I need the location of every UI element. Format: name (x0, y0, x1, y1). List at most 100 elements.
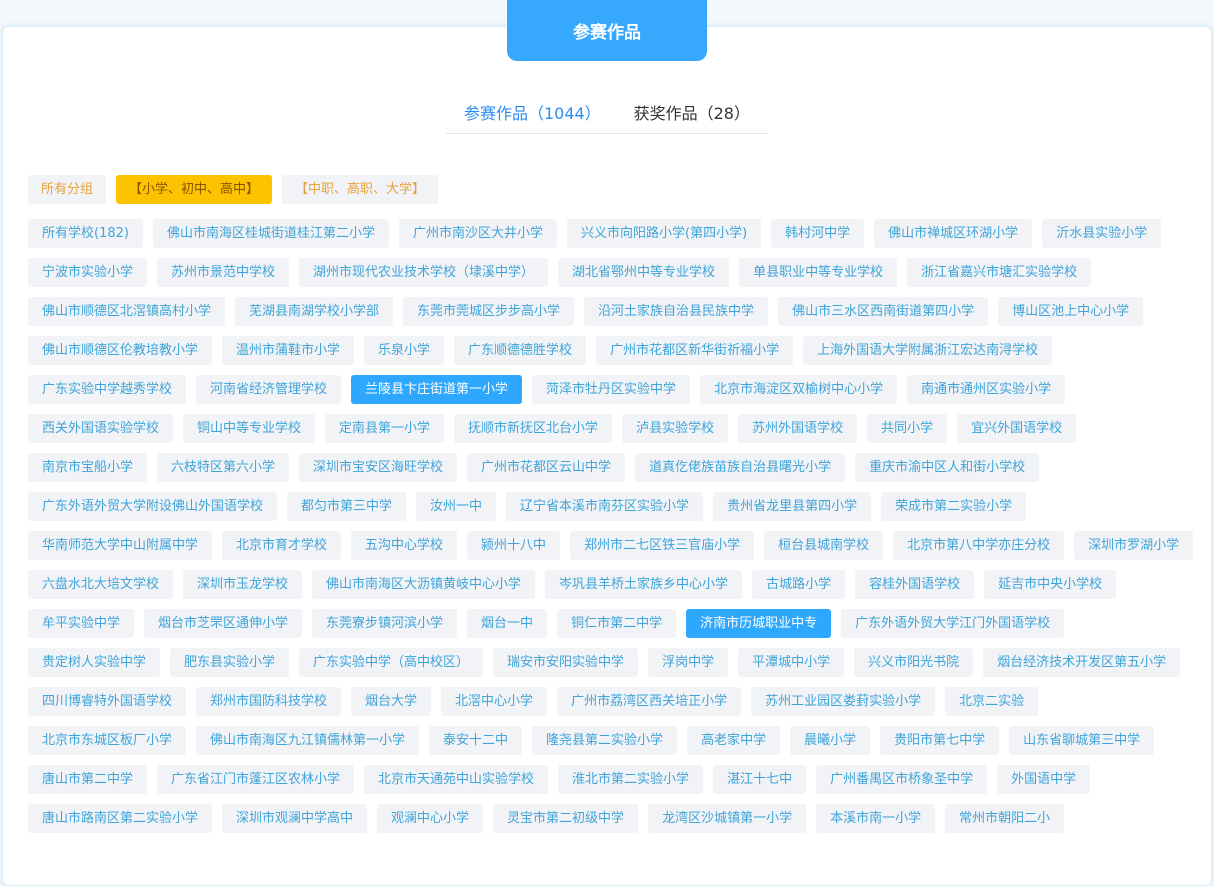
school-tag[interactable]: 河南省经济管理学校 (196, 375, 342, 404)
school-tag[interactable]: 广州市花都区云山中学 (467, 453, 626, 482)
school-tag[interactable]: 广州市荔湾区西关培正小学 (557, 687, 742, 716)
school-tag[interactable]: 北京市育才学校 (222, 531, 342, 560)
school-tag[interactable]: 肥东县实验小学 (170, 648, 290, 677)
school-tag[interactable]: 华南师范大学中山附属中学 (28, 531, 213, 560)
school-tag[interactable]: 沂水县实验小学 (1042, 219, 1162, 248)
school-tag[interactable]: 贵阳市第七中学 (880, 726, 1000, 755)
school-tag[interactable]: 佛山市禅城区环湖小学 (874, 219, 1033, 248)
school-tag[interactable]: 佛山市南海区九江镇儒林第一小学 (196, 726, 420, 755)
school-tag[interactable]: 广东外语外贸大学附设佛山外国语学校 (28, 492, 278, 521)
school-tag[interactable]: 辽宁省本溪市南芬区实验小学 (506, 492, 704, 521)
school-tag[interactable]: 抚顺市新抚区北台小学 (454, 414, 613, 443)
school-tag[interactable]: 荣成市第二实验小学 (881, 492, 1027, 521)
school-tag[interactable]: 贵州省龙里县第四小学 (713, 492, 872, 521)
school-tag[interactable]: 广东顺德德胜学校 (454, 336, 587, 365)
tab-awards[interactable]: 获奖作品（28） (634, 100, 750, 124)
school-tag[interactable]: 佛山市顺德区伦教培教小学 (28, 336, 213, 365)
school-tag[interactable]: 深圳市观澜中学高中 (222, 804, 368, 833)
school-tag[interactable]: 郑州市国防科技学校 (196, 687, 342, 716)
school-tag[interactable]: 济南市历城职业中专 (686, 609, 832, 638)
school-tag[interactable]: 博山区池上中心小学 (998, 297, 1144, 326)
school-tag[interactable]: 南京市宝船小学 (28, 453, 148, 482)
school-tag[interactable]: 深圳市罗湖小学 (1074, 531, 1194, 560)
school-tag[interactable]: 外国语中学 (997, 765, 1091, 794)
school-tag[interactable]: 铜仁市第二中学 (557, 609, 677, 638)
school-tag[interactable]: 容桂外国语学校 (855, 570, 975, 599)
school-tag[interactable]: 广州市南沙区大井小学 (398, 219, 557, 248)
school-tag[interactable]: 道真仡佬族苗族自治县曙光小学 (635, 453, 846, 482)
school-tag[interactable]: 浮岗中学 (648, 648, 729, 677)
school-tag[interactable]: 六盘水北大培文学校 (28, 570, 174, 599)
school-tag[interactable]: 共同小学 (867, 414, 948, 443)
school-tag[interactable]: 北京市东城区板厂小学 (28, 726, 187, 755)
school-tag[interactable]: 东莞市莞城区步步高小学 (403, 297, 575, 326)
school-tag[interactable]: 南通市通州区实验小学 (907, 375, 1066, 404)
school-tag[interactable]: 定南县第一小学 (325, 414, 445, 443)
category-primary-secondary[interactable]: 【小学、初中、高中】 (116, 175, 273, 204)
school-tag[interactable]: 六枝特区第六小学 (157, 453, 290, 482)
school-tag[interactable]: 北京市第八中学亦庄分校 (893, 531, 1065, 560)
school-tag[interactable]: 瑞安市安阳实验中学 (493, 648, 639, 677)
school-tag[interactable]: 佛山市顺德区北滘镇高村小学 (28, 297, 226, 326)
school-tag[interactable]: 牟平实验中学 (28, 609, 135, 638)
school-tag[interactable]: 高老家中学 (687, 726, 781, 755)
school-tag[interactable]: 桓台县城南学校 (764, 531, 884, 560)
school-tag[interactable]: 兴义市阳光书院 (854, 648, 974, 677)
school-tag[interactable]: 烟台大学 (351, 687, 432, 716)
school-tag[interactable]: 观澜中心小学 (377, 804, 484, 833)
school-tag[interactable]: 常州市朝阳二小 (945, 804, 1065, 833)
tab-entries[interactable]: 参赛作品（1044） (464, 100, 601, 124)
school-tag[interactable]: 乐泉小学 (364, 336, 445, 365)
school-tag[interactable]: 岑巩县羊桥土家族乡中心小学 (545, 570, 743, 599)
school-tag[interactable]: 山东省聊城第三中学 (1009, 726, 1155, 755)
school-tag[interactable]: 北京市天通苑中山实验学校 (364, 765, 549, 794)
school-tag[interactable]: 温州市蒲鞋市小学 (222, 336, 355, 365)
school-tag[interactable]: 单县职业中等专业学校 (739, 258, 898, 287)
school-tag[interactable]: 龙湾区沙城镇第一小学 (648, 804, 807, 833)
category-all[interactable]: 所有分组 (28, 175, 107, 204)
school-tag[interactable]: 唐山市第二中学 (28, 765, 148, 794)
school-tag[interactable]: 四川博睿特外国语学校 (28, 687, 187, 716)
school-tag[interactable]: 本溪市南一小学 (816, 804, 936, 833)
school-tag[interactable]: 广东实验中学（高中校区） (299, 648, 484, 677)
school-tag[interactable]: 北滘中心小学 (441, 687, 548, 716)
school-tag[interactable]: 佛山市三水区西南街道第四小学 (778, 297, 989, 326)
school-tag[interactable]: 兰陵县卞庄街道第一小学 (351, 375, 523, 404)
school-tag[interactable]: 湛江十七中 (713, 765, 807, 794)
school-tag[interactable]: 深圳市宝安区海旺学校 (299, 453, 458, 482)
school-tag[interactable]: 烟台市芝罘区通伸小学 (144, 609, 303, 638)
school-tag[interactable]: 佛山市南海区大沥镇黄岐中心小学 (312, 570, 536, 599)
school-tag[interactable]: 深圳市玉龙学校 (183, 570, 303, 599)
school-tag[interactable]: 贵定树人实验中学 (28, 648, 161, 677)
school-tag[interactable]: 延吉市中央小学校 (984, 570, 1117, 599)
school-tag[interactable]: 广州市花都区新华街祈福小学 (596, 336, 794, 365)
school-tag-all[interactable]: 所有学校(182) (28, 219, 143, 248)
school-tag[interactable]: 平潭城中小学 (738, 648, 845, 677)
school-tag[interactable]: 苏州市景范中学校 (157, 258, 290, 287)
school-tag[interactable]: 沿河土家族自治县民族中学 (584, 297, 769, 326)
school-tag[interactable]: 唐山市路南区第二实验小学 (28, 804, 213, 833)
school-tag[interactable]: 烟台一中 (467, 609, 548, 638)
school-tag[interactable]: 北京二实验 (945, 687, 1039, 716)
school-tag[interactable]: 郑州市二七区铁三官庙小学 (570, 531, 755, 560)
school-tag[interactable]: 苏州工业园区娄葑实验小学 (751, 687, 936, 716)
school-tag[interactable]: 五沟中心学校 (351, 531, 458, 560)
school-tag[interactable]: 泸县实验学校 (622, 414, 729, 443)
school-tag[interactable]: 铜山中等专业学校 (183, 414, 316, 443)
school-tag[interactable]: 宜兴外国语学校 (957, 414, 1077, 443)
school-tag[interactable]: 佛山市南海区桂城街道桂江第二小学 (152, 219, 389, 248)
school-tag[interactable]: 汝州一中 (416, 492, 497, 521)
school-tag[interactable]: 广东省江门市蓬江区农林小学 (157, 765, 355, 794)
school-tag[interactable]: 湖北省鄂州中等专业学校 (558, 258, 730, 287)
school-tag[interactable]: 北京市海淀区双榆树中心小学 (700, 375, 898, 404)
school-tag[interactable]: 韩村河中学 (771, 219, 865, 248)
school-tag[interactable]: 颍州十八中 (467, 531, 561, 560)
school-tag[interactable]: 古城路小学 (752, 570, 846, 599)
school-tag[interactable]: 广东实验中学越秀学校 (28, 375, 187, 404)
school-tag[interactable]: 烟台经济技术开发区第五小学 (983, 648, 1181, 677)
school-tag[interactable]: 菏泽市牡丹区实验中学 (532, 375, 691, 404)
school-tag[interactable]: 兴义市向阳路小学(第四小学) (567, 219, 762, 248)
school-tag[interactable]: 广东外语外贸大学江门外国语学校 (841, 609, 1065, 638)
school-tag[interactable]: 苏州外国语学校 (738, 414, 858, 443)
school-tag[interactable]: 隆尧县第二实验小学 (532, 726, 678, 755)
